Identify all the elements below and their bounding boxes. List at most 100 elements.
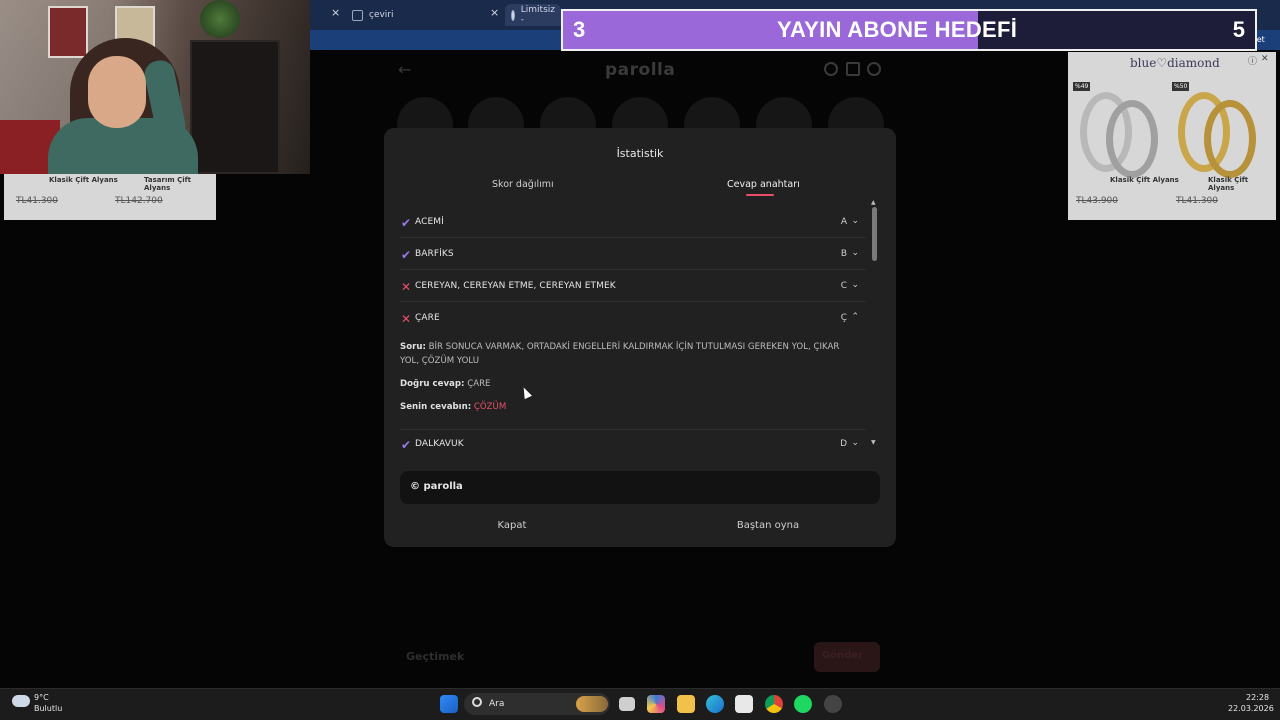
ad-product-price: TL41.300 xyxy=(16,196,59,206)
streamer-face xyxy=(88,56,146,128)
ad-product-price: TL43.900 xyxy=(1076,196,1119,206)
ad-product-price: TL41.300 xyxy=(1176,196,1219,206)
modal-footer-box xyxy=(400,471,880,504)
right-ad-panel[interactable]: %49 %50 Klasik Çift Alyans Klasik Çift A… xyxy=(1068,52,1276,220)
answer-letter: D xyxy=(840,439,847,449)
check-icon: ✔ xyxy=(400,438,412,452)
ad-product-price: TL142.700 xyxy=(115,196,163,206)
bookshelf xyxy=(190,40,280,174)
check-icon: ✔ xyxy=(400,248,412,262)
user-answer-text: ÇÖZÜM xyxy=(473,402,507,412)
answer-row[interactable]: ✔ BARFİKS B ⌄ xyxy=(400,240,866,270)
wall-frame xyxy=(48,6,88,58)
scrollbar-thumb[interactable] xyxy=(872,207,877,261)
ad-product-name: Tasarım Çift Alyans xyxy=(144,176,191,192)
subscriber-goal-banner: 3 YAYIN ABONE HEDEFİ 5 xyxy=(561,9,1257,51)
search-icon xyxy=(472,697,482,707)
tab-answer-key[interactable]: Cevap anahtarı xyxy=(727,179,800,190)
answer-row[interactable]: ✔ DALKAVUK D ⌄ xyxy=(400,430,866,460)
clock-date[interactable]: 22.03.2026 xyxy=(1228,704,1274,713)
submit-button-label: Gönder xyxy=(822,650,864,661)
answer-word: DALKAVUK xyxy=(415,439,464,449)
store-icon[interactable] xyxy=(735,695,753,713)
back-arrow-icon[interactable]: ← xyxy=(398,60,411,79)
user-answer-label: Senin cevabın: xyxy=(400,402,472,412)
goal-title: YAYIN ABONE HEDEFİ xyxy=(777,17,1018,42)
correct-answer-text: ÇARE xyxy=(467,379,491,389)
windows-taskbar xyxy=(0,688,1280,720)
search-label: Ara xyxy=(489,699,505,709)
left-ad-panel[interactable]: Klasik Çift Alyans Tasarım Çift Alyans T… xyxy=(4,174,216,220)
answer-word: ÇARE xyxy=(415,313,440,323)
cross-icon: ✕ xyxy=(400,312,412,326)
chrome-icon[interactable] xyxy=(765,695,783,713)
task-view-icon[interactable] xyxy=(619,697,635,711)
scroll-up-icon[interactable]: ▲ xyxy=(871,199,876,206)
discount-badge: %49 xyxy=(1073,82,1091,91)
answer-letter: Ç xyxy=(840,313,847,323)
copilot-app-icon[interactable] xyxy=(647,695,665,713)
tab-favicon-icon xyxy=(511,9,515,21)
search-highlight-image xyxy=(576,696,608,712)
answer-row-expanded[interactable]: ✕ ÇARE Ç ⌃ xyxy=(400,304,866,334)
scroll-down-icon[interactable]: ▼ xyxy=(871,439,876,446)
ad-close-icon[interactable]: ✕ xyxy=(1261,54,1269,64)
tab-favicon-icon xyxy=(352,9,363,21)
tab-close-icon[interactable]: × xyxy=(490,6,499,19)
ad-product-name: Klasik Çift Alyans xyxy=(49,176,118,184)
info-icon[interactable] xyxy=(824,62,838,76)
ring-image xyxy=(1106,100,1158,178)
question-detail: Soru: BİR SONUCA VARMAK, ORTADAKİ ENGELL… xyxy=(400,340,850,368)
goal-current-count: 3 xyxy=(573,17,586,42)
ad-product-name: Klasik Çift Alyans xyxy=(1110,176,1179,184)
modal-title: İstatistik xyxy=(616,147,664,160)
goal-target-count: 5 xyxy=(1232,17,1245,42)
answer-word: ACEMİ xyxy=(415,217,444,227)
close-button[interactable]: Kapat xyxy=(450,520,574,542)
ad-brand-logo: blue♡diamond xyxy=(1130,56,1220,70)
chevron-down-icon: ⌄ xyxy=(851,438,859,448)
answer-row[interactable]: ✕ CEREYAN, CEREYAN ETME, CEREYAN ETMEK C… xyxy=(400,272,866,302)
answer-letter: A xyxy=(840,217,847,227)
weather-temperature[interactable]: 9°C xyxy=(34,693,49,702)
chevron-down-icon: ⌄ xyxy=(851,216,859,226)
start-icon[interactable] xyxy=(440,695,458,713)
clock-time[interactable]: 22:28 xyxy=(1246,693,1269,702)
edge-icon[interactable] xyxy=(706,695,724,713)
settings-icon[interactable] xyxy=(824,695,842,713)
ring-image xyxy=(1204,100,1256,178)
tab-label: Limitsiz - xyxy=(520,5,555,25)
active-tab-indicator xyxy=(746,194,774,196)
question-text: BİR SONUCA VARMAK, ORTADAKİ ENGELLERİ KA… xyxy=(400,342,840,366)
answer-row[interactable]: ✔ ACEMİ A ⌄ xyxy=(400,208,866,238)
cross-icon: ✕ xyxy=(400,280,412,294)
profile-icon[interactable] xyxy=(867,62,881,76)
tab-close-icon[interactable]: × xyxy=(331,6,340,19)
answer-letter: C xyxy=(840,281,847,291)
file-explorer-icon[interactable] xyxy=(677,695,695,713)
correct-answer-detail: Doğru cevap: ÇARE xyxy=(400,377,850,391)
modal-footer-text: © parolla xyxy=(410,481,463,492)
spotify-icon[interactable] xyxy=(794,695,812,713)
discount-badge: %50 xyxy=(1172,82,1190,91)
cloud-icon[interactable] xyxy=(12,695,30,707)
restart-button[interactable]: Baştan oyna xyxy=(706,520,830,542)
browser-tab[interactable]: çeviri xyxy=(346,4,400,26)
browser-tab-active[interactable]: Limitsiz - xyxy=(505,4,561,26)
chevron-down-icon: ⌄ xyxy=(851,248,859,258)
ad-info-icon[interactable]: ⓘ xyxy=(1248,54,1257,67)
ad-product-name: Klasik Çift Alyans xyxy=(1208,176,1249,192)
check-icon: ✔ xyxy=(400,216,412,230)
question-label: Soru: xyxy=(400,342,426,352)
chevron-down-icon: ⌄ xyxy=(851,280,859,290)
answer-input-text: Geçtimek xyxy=(406,650,465,663)
chevron-up-icon: ⌃ xyxy=(851,312,859,322)
correct-answer-label: Doğru cevap: xyxy=(400,379,465,389)
plant xyxy=(200,0,240,38)
game-title: parolla xyxy=(605,60,676,80)
tab-score-distribution[interactable]: Skor dağılımı xyxy=(492,179,554,190)
weather-description[interactable]: Bulutlu xyxy=(34,704,62,713)
tab-label: çeviri xyxy=(369,10,394,20)
stats-icon[interactable] xyxy=(846,62,860,76)
answer-word: BARFİKS xyxy=(415,249,454,259)
